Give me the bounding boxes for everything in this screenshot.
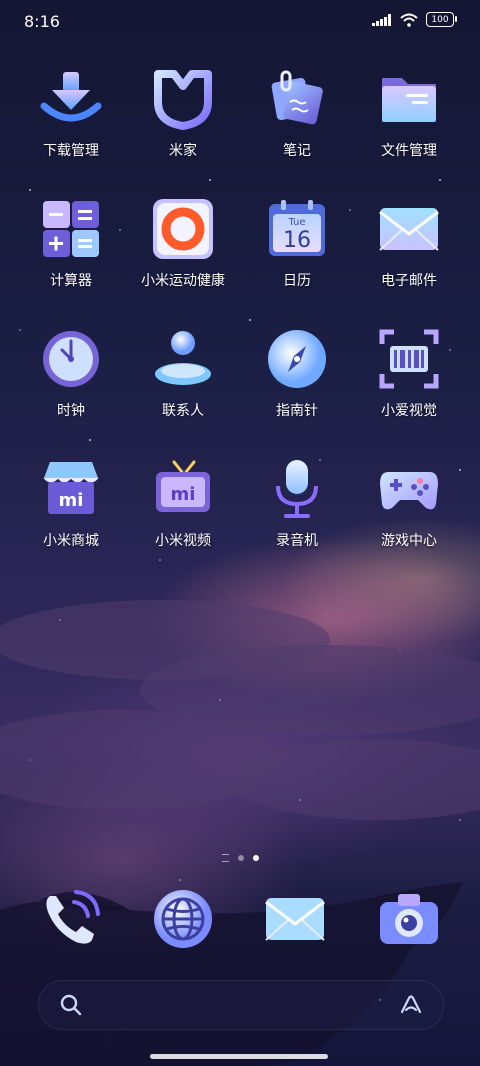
- app-label: 小米运动健康: [141, 273, 225, 289]
- calendar-date: 16: [283, 228, 311, 253]
- app-label: 小爱视觉: [381, 403, 437, 419]
- app-label: 时钟: [57, 403, 85, 419]
- app-calendar[interactable]: Tue 16 日历: [242, 198, 352, 308]
- app-mijia[interactable]: 米家: [128, 68, 238, 178]
- download-icon: [40, 72, 102, 122]
- store-icon: mi: [43, 462, 99, 514]
- signal-icon: [372, 13, 391, 26]
- page-dot-active[interactable]: [252, 855, 259, 861]
- status-bar: 8:16 100: [0, 0, 480, 44]
- clock-icon: [43, 331, 99, 387]
- status-icons: 100: [372, 12, 457, 27]
- app-clock[interactable]: 时钟: [16, 328, 126, 438]
- search-icon: [60, 994, 82, 1016]
- camera-icon: [380, 894, 438, 944]
- folder-icon: [382, 78, 436, 122]
- mijia-icon: [154, 70, 212, 130]
- app-email[interactable]: 电子邮件: [354, 198, 464, 308]
- notes-icon: [271, 70, 323, 125]
- app-label: 小米视频: [155, 533, 211, 549]
- app-recorder[interactable]: 录音机: [242, 458, 352, 568]
- home-indicator[interactable]: [150, 1054, 328, 1059]
- battery-icon: 100: [426, 12, 457, 27]
- globe-icon: [154, 890, 212, 948]
- app-label: 小米商城: [43, 533, 99, 549]
- dock-browser[interactable]: [152, 888, 214, 950]
- app-mi-store[interactable]: mi 小米商城: [16, 458, 126, 568]
- home-search-bar[interactable]: [38, 980, 444, 1030]
- app-label: 米家: [169, 143, 197, 159]
- app-label: 笔记: [283, 143, 311, 159]
- app-label: 联系人: [162, 403, 204, 419]
- dock-phone[interactable]: [40, 888, 102, 950]
- app-label: 日历: [283, 273, 311, 289]
- xiaoai-assistant-icon[interactable]: [399, 993, 423, 1017]
- wifi-icon: [400, 13, 418, 27]
- page-indicator[interactable]: [0, 854, 480, 862]
- app-download-manager[interactable]: 下载管理: [16, 68, 126, 178]
- mail-icon: [379, 208, 439, 251]
- tv-icon: mi: [156, 460, 210, 512]
- app-label: 计算器: [50, 273, 92, 289]
- app-label: 录音机: [276, 533, 318, 549]
- page-dot-minus-one[interactable]: [221, 854, 229, 862]
- app-compass[interactable]: 指南针: [242, 328, 352, 438]
- page-dot[interactable]: [237, 855, 244, 861]
- app-label: 电子邮件: [381, 273, 437, 289]
- calendar-weekday: Tue: [287, 217, 305, 228]
- phone-icon: [46, 890, 100, 944]
- contacts-icon: [155, 331, 211, 385]
- app-notes[interactable]: 笔记: [242, 68, 352, 178]
- app-xiaoai-vision[interactable]: 小爱视觉: [354, 328, 464, 438]
- app-label: 下载管理: [43, 143, 99, 159]
- app-file-manager[interactable]: 文件管理: [354, 68, 464, 178]
- app-label: 指南针: [276, 403, 318, 419]
- dock-camera[interactable]: [378, 888, 440, 950]
- dock-email[interactable]: [264, 888, 326, 950]
- status-time: 8:16: [24, 12, 60, 31]
- calculator-icon: [43, 201, 99, 257]
- fitness-ring-icon: [153, 199, 213, 259]
- calendar-icon: Tue 16: [269, 200, 325, 256]
- mail-icon: [265, 898, 325, 941]
- compass-icon: [268, 330, 326, 388]
- battery-level: 100: [431, 14, 449, 25]
- app-game-center[interactable]: 游戏中心: [354, 458, 464, 568]
- app-calculator[interactable]: 计算器: [16, 198, 126, 308]
- svg-text:mi: mi: [171, 484, 196, 505]
- app-contacts[interactable]: 联系人: [128, 328, 238, 438]
- microphone-icon: [276, 460, 318, 518]
- scan-icon: [379, 329, 439, 389]
- app-mi-video[interactable]: mi 小米视频: [128, 458, 238, 568]
- app-label: 文件管理: [381, 143, 437, 159]
- gamepad-icon: [380, 472, 438, 510]
- app-label: 游戏中心: [381, 533, 437, 549]
- svg-text:mi: mi: [59, 490, 84, 511]
- app-mi-fitness[interactable]: 小米运动健康: [128, 198, 238, 308]
